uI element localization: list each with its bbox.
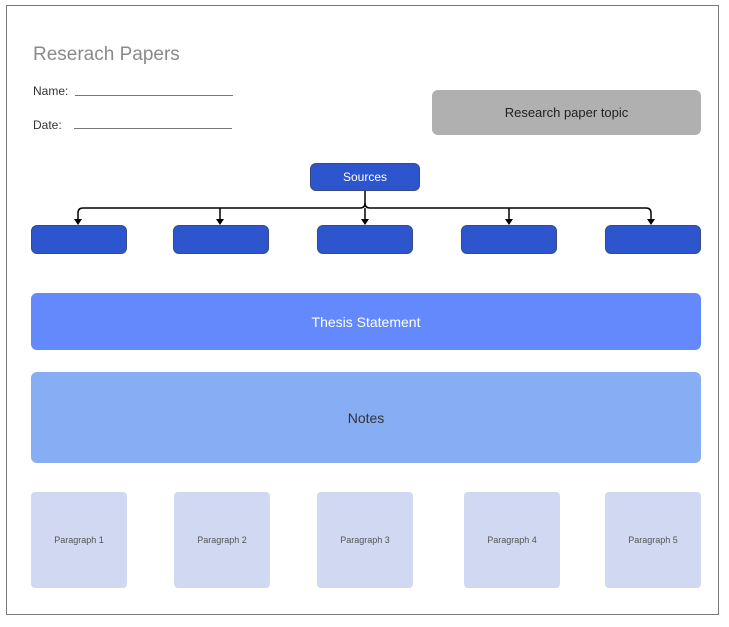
paragraph-box-2[interactable]: Paragraph 2 (174, 492, 270, 588)
source-box-5[interactable] (605, 225, 701, 254)
paragraph-box-5[interactable]: Paragraph 5 (605, 492, 701, 588)
source-box-3[interactable] (317, 225, 413, 254)
source-box-4[interactable] (461, 225, 557, 254)
paragraph-box-3[interactable]: Paragraph 3 (317, 492, 413, 588)
source-box-1[interactable] (31, 225, 127, 254)
notes-box[interactable]: Notes (31, 372, 701, 463)
paragraph-box-4[interactable]: Paragraph 4 (464, 492, 560, 588)
sources-box[interactable]: Sources (310, 163, 420, 191)
paragraph-box-1[interactable]: Paragraph 1 (31, 492, 127, 588)
thesis-box[interactable]: Thesis Statement (31, 293, 701, 350)
source-box-2[interactable] (173, 225, 269, 254)
